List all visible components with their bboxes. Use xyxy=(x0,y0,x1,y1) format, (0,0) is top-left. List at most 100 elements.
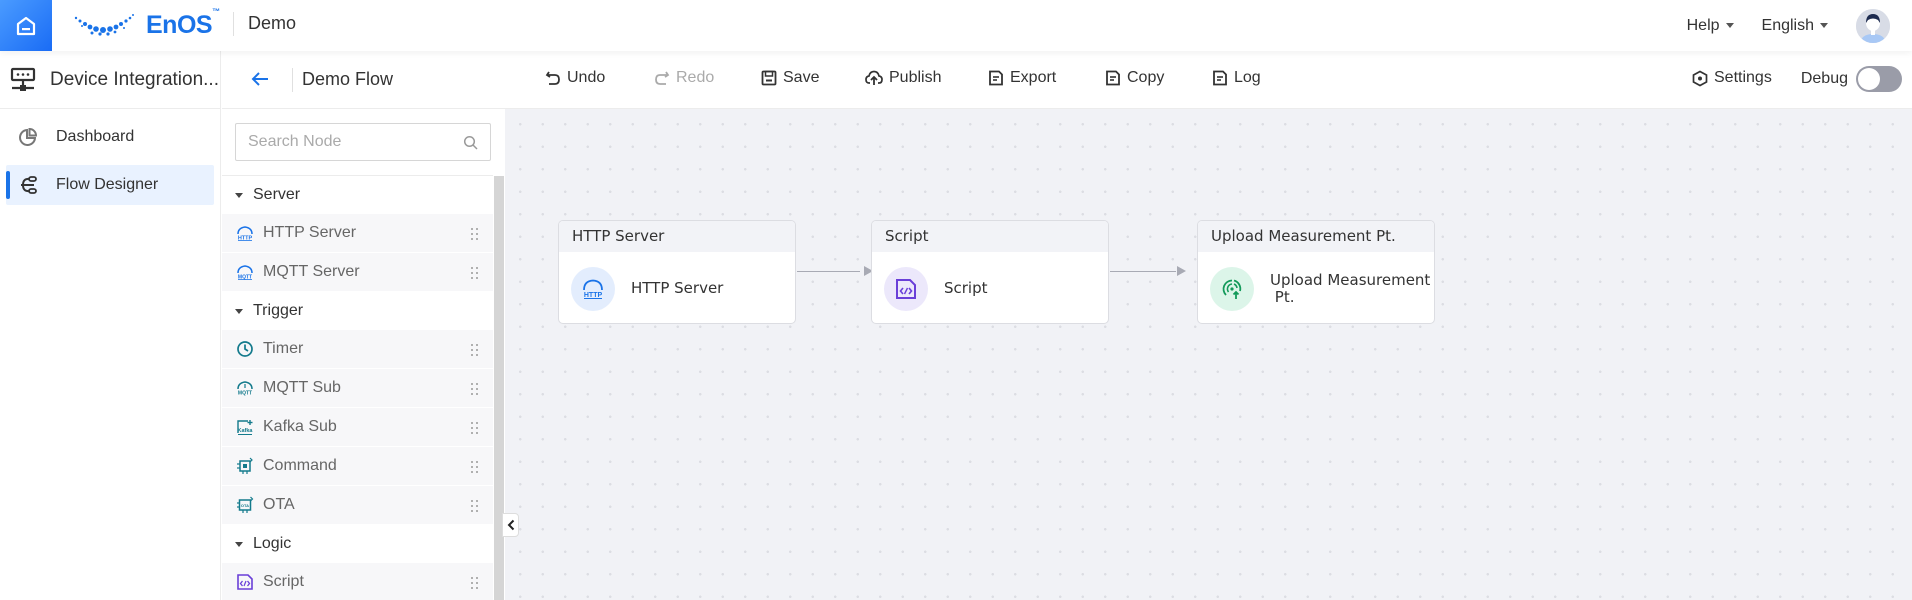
pie-chart-icon xyxy=(19,127,38,146)
node-label: Upload Measurement Pt. xyxy=(1270,270,1431,306)
palette-node-kafka-sub[interactable]: Kafka Kafka Sub xyxy=(222,408,493,447)
palette-node-script[interactable]: Script xyxy=(222,563,493,600)
hexagon-settings-icon xyxy=(1692,70,1708,86)
app-name: Demo xyxy=(248,13,297,33)
user-avatar[interactable] xyxy=(1856,8,1890,43)
mqtt-sub-icon: MQTT xyxy=(237,381,253,397)
palette-node-timer[interactable]: Timer xyxy=(222,330,493,369)
cloud-upload-icon xyxy=(865,70,883,85)
palette-node-mqtt-server[interactable]: MQTT MQTT Server xyxy=(222,253,493,292)
toggle-knob xyxy=(1858,68,1880,90)
node-label: Script xyxy=(944,279,988,297)
category-logic[interactable]: Logic xyxy=(222,525,493,563)
document-icon xyxy=(1213,70,1227,86)
node-list: Server HTTP HTTP Server MQTT MQTT Server… xyxy=(222,175,493,600)
drag-handle-icon[interactable] xyxy=(471,577,479,589)
node-header: HTTP Server xyxy=(559,221,795,252)
enos-logo[interactable]: EnOS™ xyxy=(72,6,220,42)
search-icon[interactable] xyxy=(463,135,478,150)
chip-ota-icon: OTA xyxy=(237,496,254,513)
edge-connector[interactable] xyxy=(797,271,860,272)
nav-item-dashboard[interactable]: Dashboard xyxy=(6,117,214,157)
flow-name: Demo Flow xyxy=(302,69,394,89)
node-palette: Server HTTP HTTP Server MQTT MQTT Server… xyxy=(222,109,493,600)
flow-node-script[interactable]: Script Script xyxy=(871,220,1109,324)
home-button[interactable] xyxy=(0,0,52,51)
collapse-palette-button[interactable] xyxy=(502,513,519,537)
undo-button[interactable]: Undo xyxy=(545,69,605,87)
node-header: Upload Measurement Pt. xyxy=(1198,221,1434,252)
chip-command-icon xyxy=(237,457,253,474)
save-button[interactable]: Save xyxy=(761,69,819,87)
home-icon xyxy=(16,16,36,35)
undo-icon xyxy=(545,71,560,85)
document-icon xyxy=(989,70,1003,86)
category-trigger[interactable]: Trigger xyxy=(222,292,493,330)
palette-node-ota[interactable]: OTA OTA xyxy=(222,486,493,525)
back-button[interactable] xyxy=(250,69,270,94)
node-header: Script xyxy=(872,221,1108,252)
palette-node-mqtt-sub[interactable]: MQTT MQTT Sub xyxy=(222,369,493,408)
debug-toggle[interactable] xyxy=(1856,66,1902,92)
flow-toolbar: Demo Flow Undo Redo Save Publish Export … xyxy=(222,51,1912,109)
upload-measurement-icon xyxy=(1222,279,1242,299)
help-menu[interactable]: Help xyxy=(1687,17,1734,35)
user-icon xyxy=(1856,8,1890,43)
redo-button[interactable]: Redo xyxy=(654,69,714,87)
flow-node-http-server[interactable]: HTTP Server HTTP HTTP Server xyxy=(558,220,796,324)
drag-handle-icon[interactable] xyxy=(471,422,479,434)
enos-dots-icon xyxy=(74,14,134,36)
drag-handle-icon[interactable] xyxy=(471,383,479,395)
flow-node-upload-measurement-pt[interactable]: Upload Measurement Pt. Upload Measuremen… xyxy=(1197,220,1435,324)
publish-button[interactable]: Publish xyxy=(865,69,941,87)
script-icon xyxy=(896,278,916,299)
node-icon-badge xyxy=(1210,266,1254,311)
svg-text:Kafka: Kafka xyxy=(238,428,254,434)
arrow-left-icon xyxy=(251,72,268,86)
category-server[interactable]: Server xyxy=(222,176,493,214)
flow-canvas[interactable]: HTTP Server HTTP HTTP Server Script Scri… xyxy=(505,109,1912,600)
search-node-field[interactable] xyxy=(235,123,491,161)
http-cloud-icon: HTTP xyxy=(583,279,603,299)
palette-node-command[interactable]: Command xyxy=(222,447,493,486)
document-icon xyxy=(1106,70,1120,86)
caret-down-icon xyxy=(235,541,243,547)
node-icon-badge xyxy=(884,266,928,311)
debug-label: Debug xyxy=(1800,70,1848,87)
nav-item-flow-designer[interactable]: Flow Designer xyxy=(6,165,214,205)
script-icon xyxy=(237,574,253,590)
caret-down-icon xyxy=(235,308,243,314)
node-label: HTTP Server xyxy=(631,279,724,297)
product-title: Device Integration... xyxy=(0,51,220,109)
caret-down-icon xyxy=(1820,23,1828,28)
http-cloud-icon: HTTP xyxy=(237,226,253,241)
clock-icon xyxy=(237,341,253,357)
settings-button[interactable]: Settings xyxy=(1692,69,1772,87)
flow-divider xyxy=(292,68,293,92)
copy-button[interactable]: Copy xyxy=(1105,69,1164,87)
search-node-input[interactable] xyxy=(236,133,456,151)
svg-text:MQTT: MQTT xyxy=(238,391,252,397)
top-header: EnOS™ Demo Help English xyxy=(0,0,1912,51)
language-menu[interactable]: English xyxy=(1762,17,1828,35)
flow-icon xyxy=(21,176,37,194)
drag-handle-icon[interactable] xyxy=(471,344,479,356)
palette-node-http-server[interactable]: HTTP HTTP Server xyxy=(222,214,493,253)
svg-text:HTTP: HTTP xyxy=(584,292,603,299)
brand-name: EnOS™ xyxy=(146,6,220,39)
edge-arrow-icon xyxy=(1177,266,1186,276)
drag-handle-icon[interactable] xyxy=(471,461,479,473)
drag-handle-icon[interactable] xyxy=(471,228,479,240)
kafka-sub-icon: Kafka xyxy=(237,419,254,435)
edge-connector[interactable] xyxy=(1110,271,1176,272)
export-button[interactable]: Export xyxy=(988,69,1056,87)
redo-icon xyxy=(655,71,670,85)
drag-handle-icon[interactable] xyxy=(471,267,479,279)
save-icon xyxy=(761,70,777,86)
svg-text:OTA: OTA xyxy=(241,503,249,508)
chevron-left-icon xyxy=(507,519,514,531)
log-button[interactable]: Log xyxy=(1212,69,1261,87)
left-navigation: Device Integration... Dashboard Flow Des… xyxy=(0,51,221,600)
drag-handle-icon[interactable] xyxy=(471,500,479,512)
caret-down-icon xyxy=(235,192,243,198)
